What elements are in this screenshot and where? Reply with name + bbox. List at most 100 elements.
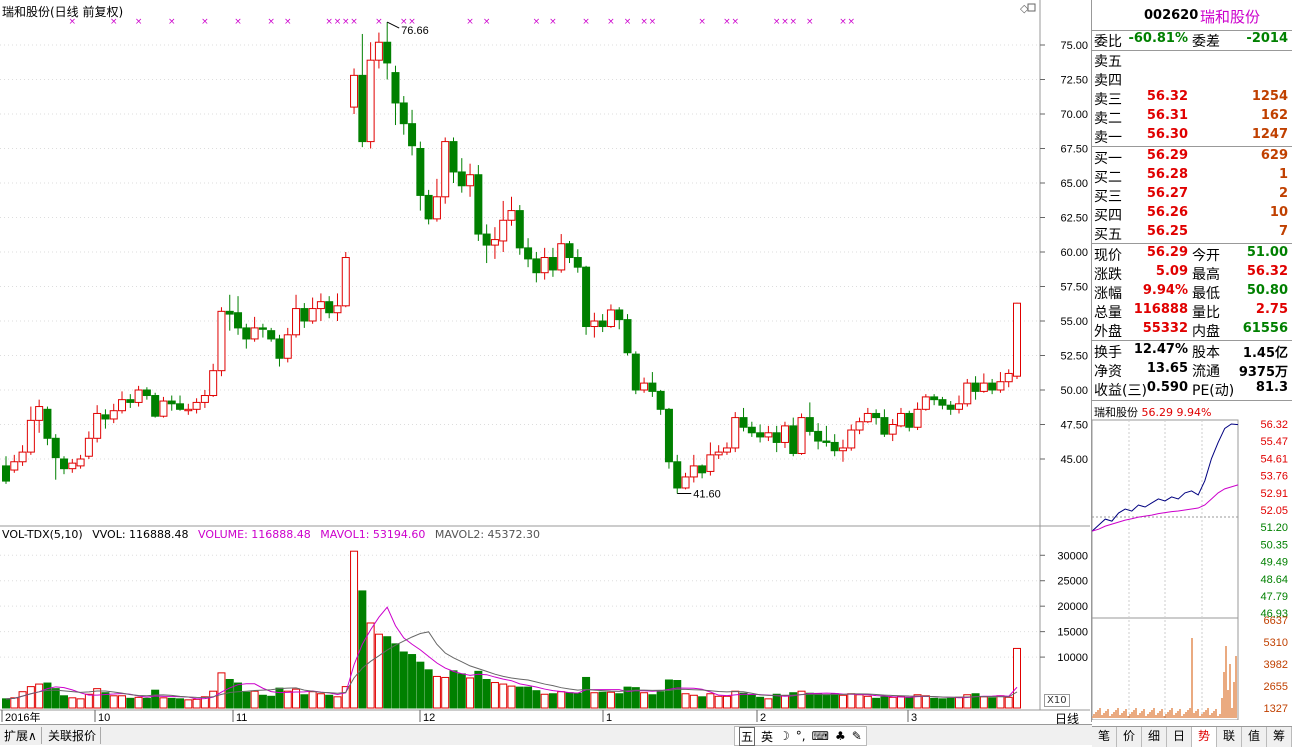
volume-bar (10, 697, 19, 709)
volume-bar (300, 694, 309, 709)
related-quote-tab[interactable]: 关联报价 (44, 727, 102, 744)
ime-keyboard-icon[interactable]: ⌨ (812, 729, 829, 743)
period-daily-tab[interactable]: 日线 (1044, 710, 1090, 726)
candle-body (532, 258, 541, 274)
right-tab[interactable]: 值 (1242, 727, 1267, 747)
volume-bar (2, 698, 10, 709)
volume-bar (656, 691, 665, 709)
ime-wubi-icon[interactable]: 五 (739, 726, 756, 746)
separator (1092, 146, 1292, 147)
volume-bar (880, 696, 889, 709)
volume-bar (640, 692, 649, 709)
volume-bar (267, 695, 276, 709)
stat-label: 涨幅 (1094, 286, 1122, 302)
candle (963, 378, 972, 407)
kline-svg[interactable]: 75.00 72.50 70.00 67.50 65.00 62.50 60.00 57.50… (0, 0, 1090, 722)
event-marker: × (624, 17, 632, 27)
right-tab[interactable]: 联 (1217, 727, 1242, 747)
candle (714, 445, 723, 459)
candle-body (814, 430, 823, 442)
candle-body (432, 196, 441, 220)
volume-bar (830, 693, 839, 709)
volume-tick-label: 10000 (1057, 652, 1088, 664)
fund-label: 流通 (1192, 364, 1220, 380)
candle (134, 385, 143, 407)
volume-bar (341, 686, 350, 709)
candle-body (880, 417, 889, 435)
volume-tick-label: 20000 (1057, 601, 1088, 613)
ime-toolbar: 五 英 ☽ °, ⌨ ♣ ✎ (734, 726, 867, 746)
candle-body (515, 210, 524, 249)
candle-body (234, 312, 243, 329)
volume-bar (648, 694, 657, 709)
event-marker: × (533, 17, 541, 27)
right-tab[interactable]: 筹 (1267, 727, 1292, 747)
right-tab[interactable]: 势 (1192, 727, 1217, 747)
stat-label: 总量 (1094, 305, 1122, 321)
candle-body (2, 465, 10, 482)
candle (457, 158, 466, 193)
ime-skin-icon[interactable]: ♣ (835, 729, 846, 743)
volume-bar (308, 691, 317, 709)
stock-code: 002620 (1144, 8, 1199, 23)
candle (142, 387, 151, 400)
volume-bar (126, 697, 135, 709)
candle (838, 439, 847, 462)
volume-bar (988, 697, 997, 709)
candle (449, 137, 458, 183)
stat-row: 总量 116888 量比 2.75 (1092, 302, 1292, 321)
price-tick-label: 75.00 (1060, 40, 1088, 52)
expand-tab[interactable]: 扩展∧ (0, 727, 42, 744)
event-marker: × (234, 17, 242, 27)
candle-body (43, 408, 52, 439)
right-tab[interactable]: 价 (1117, 727, 1142, 747)
kline-chart-panel[interactable]: 75.00 72.50 70.00 67.50 65.00 62.50 60.00 57.50… (0, 0, 1092, 726)
bottom-tab-bar: 扩展∧ 关联报价 (0, 724, 1092, 745)
ime-settings-icon[interactable]: ✎ (852, 729, 862, 743)
candle (101, 409, 110, 429)
candle (789, 417, 798, 457)
volume-indicator-name[interactable]: VOL-TDX(5,10) (2, 528, 83, 541)
right-tab[interactable]: 细 (1142, 727, 1167, 747)
volume-bar (159, 697, 168, 709)
candle (954, 395, 963, 414)
event-marker: × (350, 17, 358, 27)
fund-value: 9375万 (1238, 365, 1288, 380)
ime-english-icon[interactable]: 英 (761, 728, 773, 745)
candle-body (606, 309, 615, 328)
candle (573, 249, 582, 273)
price-tick-label: 55.00 (1060, 316, 1088, 328)
candle (333, 293, 342, 321)
right-tab[interactable]: 笔 (1092, 727, 1117, 747)
candle-body (316, 301, 325, 310)
volume-bar (167, 697, 176, 709)
volume-bar (689, 694, 698, 709)
ime-moon-icon[interactable]: ☽ (779, 729, 790, 743)
volume-bar (234, 682, 243, 709)
candle (176, 395, 185, 411)
ask-label: 卖五 (1094, 54, 1122, 70)
candle (797, 413, 806, 455)
candle-body (374, 41, 383, 61)
right-tab[interactable]: 日 (1167, 727, 1192, 747)
candle (18, 445, 27, 466)
volume-tick-label: 15000 (1057, 627, 1088, 639)
candle-body (971, 382, 980, 392)
volume-bar (573, 692, 582, 709)
candle (673, 454, 682, 494)
candle (921, 394, 930, 411)
x10-button[interactable]: X10 (1044, 694, 1070, 707)
price-tick-label: 60.00 (1060, 247, 1088, 259)
ime-punctuation-icon[interactable]: °, (796, 729, 806, 743)
mini-volume-tick: 3982 (1264, 659, 1288, 671)
time-tick-label: 3 (911, 712, 917, 722)
candle-body (51, 437, 60, 459)
candle-body (615, 309, 624, 321)
volume-bar (896, 695, 905, 709)
candle-body (250, 327, 259, 340)
fund-label: PE(动) (1192, 383, 1235, 399)
mavol1-value: MAVOL1: 53194.60 (320, 528, 426, 541)
volume-tick-label: 30000 (1057, 550, 1088, 562)
candle (1013, 302, 1021, 379)
intraday-mini-chart[interactable]: 56.32 55.47 54.61 53.76 52.91 52.05 51.20 50.35… (1092, 402, 1292, 720)
